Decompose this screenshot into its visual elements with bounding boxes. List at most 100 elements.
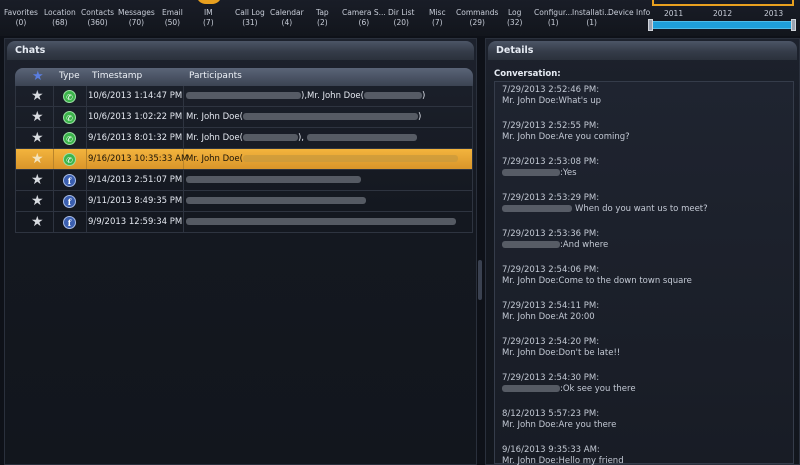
star-icon[interactable]: ★ xyxy=(31,131,44,145)
redacted-text xyxy=(186,218,456,225)
redacted-text xyxy=(502,385,560,392)
table-row[interactable]: ★ f 9/14/2013 2:51:07 PM xyxy=(15,170,473,191)
timeline-year: 2013 xyxy=(764,9,784,18)
chats-table: ★ Type Timestamp Participants ★ ✆ 10/6/2… xyxy=(15,68,473,233)
timeline-end-handle[interactable] xyxy=(791,19,796,31)
row-timestamp: 10/6/2013 1:02:22 PM xyxy=(88,112,183,122)
message-timestamp: 7/29/2013 2:53:36 PM: xyxy=(502,229,600,239)
star-icon[interactable]: ★ xyxy=(31,194,44,208)
category-calendar[interactable]: Calendar (4) xyxy=(270,8,304,28)
redacted-text xyxy=(502,241,560,248)
whatsapp-icon: ✆ xyxy=(63,132,76,145)
category-count: (4) xyxy=(281,18,293,27)
category-device-info[interactable]: Device Info xyxy=(608,8,650,18)
message: 7/29/2013 2:54:06 PM: Mr. John Doe:Come … xyxy=(502,265,786,287)
timeline-start-handle[interactable] xyxy=(648,19,653,31)
table-row[interactable]: ★ ✆ 10/6/2013 1:02:22 PM Mr. John Doe() xyxy=(15,107,473,128)
category-installations[interactable]: Installati... (1) xyxy=(572,8,611,28)
message-text: :And where xyxy=(560,240,609,250)
category-label: Installati... xyxy=(572,8,612,17)
category-misc[interactable]: Misc (7) xyxy=(429,8,446,28)
category-label: Dir List xyxy=(388,8,415,17)
message-body: Mr. John Doe:Are you there xyxy=(502,420,617,430)
message-body: Mr. John Doe:Don't be late!! xyxy=(502,348,621,358)
category-label: Tap xyxy=(316,8,329,17)
table-row[interactable]: ★ ✆ 9/16/2013 8:01:32 PM Mr. John Doe(), xyxy=(15,128,473,149)
message: 8/12/2013 5:57:23 PM: Mr. John Doe:Are y… xyxy=(502,409,786,431)
timeline-track[interactable] xyxy=(650,21,794,29)
conversation-view[interactable]: 7/29/2013 2:52:46 PM: Mr. John Doe:What'… xyxy=(494,81,794,465)
message-timestamp: 7/29/2013 2:53:29 PM: xyxy=(502,193,600,203)
category-count: (32) xyxy=(507,18,523,27)
table-row-selected[interactable]: ★ ✆ 9/16/2013 10:35:33 AM Mr. John Doe( xyxy=(15,149,473,170)
category-log[interactable]: Log (32) xyxy=(507,8,522,28)
facebook-icon: f xyxy=(63,174,76,187)
redacted-text xyxy=(306,134,417,141)
category-location[interactable]: Location (68) xyxy=(44,8,76,28)
message-timestamp: 7/29/2013 2:52:46 PM: xyxy=(502,85,600,95)
redacted-text xyxy=(242,155,458,162)
category-label: Calendar xyxy=(270,8,304,17)
message: 7/29/2013 2:52:46 PM: Mr. John Doe:What'… xyxy=(502,85,786,107)
message: 7/29/2013 2:53:36 PM: :And where xyxy=(502,229,786,251)
category-label: Call Log xyxy=(235,8,265,17)
category-dir-list[interactable]: Dir List (20) xyxy=(388,8,414,28)
chats-table-header: ★ Type Timestamp Participants xyxy=(15,68,473,86)
star-icon[interactable]: ★ xyxy=(31,89,44,103)
message: 7/29/2013 2:54:11 PM: Mr. John Doe:At 20… xyxy=(502,301,786,323)
category-label: Favorites xyxy=(4,8,38,17)
redacted-text xyxy=(502,169,560,176)
participants-text: Mr. John Doe( xyxy=(186,154,243,164)
category-count: (1) xyxy=(586,18,597,27)
category-contacts[interactable]: Contacts (360) xyxy=(81,8,114,28)
message-text: :Ok see you there xyxy=(560,384,636,394)
message-body: Mr. John Doe:Come to the down town squar… xyxy=(502,276,692,286)
message-timestamp: 7/29/2013 2:52:55 PM: xyxy=(502,121,600,131)
category-messages[interactable]: Messages (70) xyxy=(118,8,155,28)
star-icon[interactable]: ★ xyxy=(31,152,44,166)
category-count: (70) xyxy=(128,18,145,27)
category-tap[interactable]: Tap (2) xyxy=(316,8,329,28)
whatsapp-icon: ✆ xyxy=(63,111,76,124)
facebook-icon: f xyxy=(63,195,76,208)
category-label: Contacts xyxy=(81,8,115,17)
column-header-participants[interactable]: Participants xyxy=(189,71,242,81)
message-timestamp: 7/29/2013 2:53:08 PM: xyxy=(502,157,600,167)
table-row[interactable]: ★ f 9/9/2013 12:59:34 PM xyxy=(15,212,473,233)
category-camera[interactable]: Camera S... (6) xyxy=(342,8,386,28)
star-icon[interactable]: ★ xyxy=(31,173,44,187)
category-label: Location xyxy=(44,8,76,17)
category-configuration[interactable]: Configur... (1) xyxy=(534,8,572,28)
timeline-range-box xyxy=(652,0,794,6)
star-icon[interactable]: ★ xyxy=(31,215,44,229)
table-row[interactable]: ★ ✆ 10/6/2013 1:14:47 PM ),Mr. John Doe(… xyxy=(15,86,473,107)
details-panel: Details Conversation: 7/29/2013 2:52:46 … xyxy=(485,38,800,465)
category-im[interactable]: IM (7) xyxy=(203,8,214,28)
category-label: Device Info xyxy=(608,8,651,17)
category-call-log[interactable]: Call Log (31) xyxy=(235,8,265,28)
star-icon[interactable]: ★ xyxy=(31,110,44,124)
column-header-type[interactable]: Type xyxy=(59,71,80,81)
category-favorites[interactable]: Favorites (0) xyxy=(4,8,38,28)
column-header-timestamp[interactable]: Timestamp xyxy=(92,71,142,81)
category-count: (0) xyxy=(15,18,27,27)
category-count: (6) xyxy=(358,18,370,27)
whatsapp-icon: ✆ xyxy=(63,90,76,103)
timeline-slider[interactable]: 2011 2012 2013 xyxy=(648,0,796,34)
message-text: :Yes xyxy=(560,168,577,178)
redacted-text xyxy=(186,92,301,99)
participants-tail: ) xyxy=(421,91,426,101)
whatsapp-icon: ✆ xyxy=(63,153,76,166)
category-label: Camera S... xyxy=(342,8,386,17)
message-text: When do you want us to meet? xyxy=(575,204,708,214)
participants-text: Mr. John Doe( xyxy=(186,112,243,122)
timeline-year: 2011 xyxy=(664,9,684,18)
category-label: Commands xyxy=(456,8,499,17)
favorite-star-icon[interactable]: ★ xyxy=(32,69,44,84)
message: 7/29/2013 2:54:30 PM: :Ok see you there xyxy=(502,373,786,395)
category-email[interactable]: Email (50) xyxy=(162,8,183,28)
table-row[interactable]: ★ f 9/11/2013 8:49:35 PM xyxy=(15,191,473,212)
category-label: Messages xyxy=(118,8,155,17)
category-commands[interactable]: Commands (29) xyxy=(456,8,498,28)
panel-splitter[interactable] xyxy=(478,260,482,300)
